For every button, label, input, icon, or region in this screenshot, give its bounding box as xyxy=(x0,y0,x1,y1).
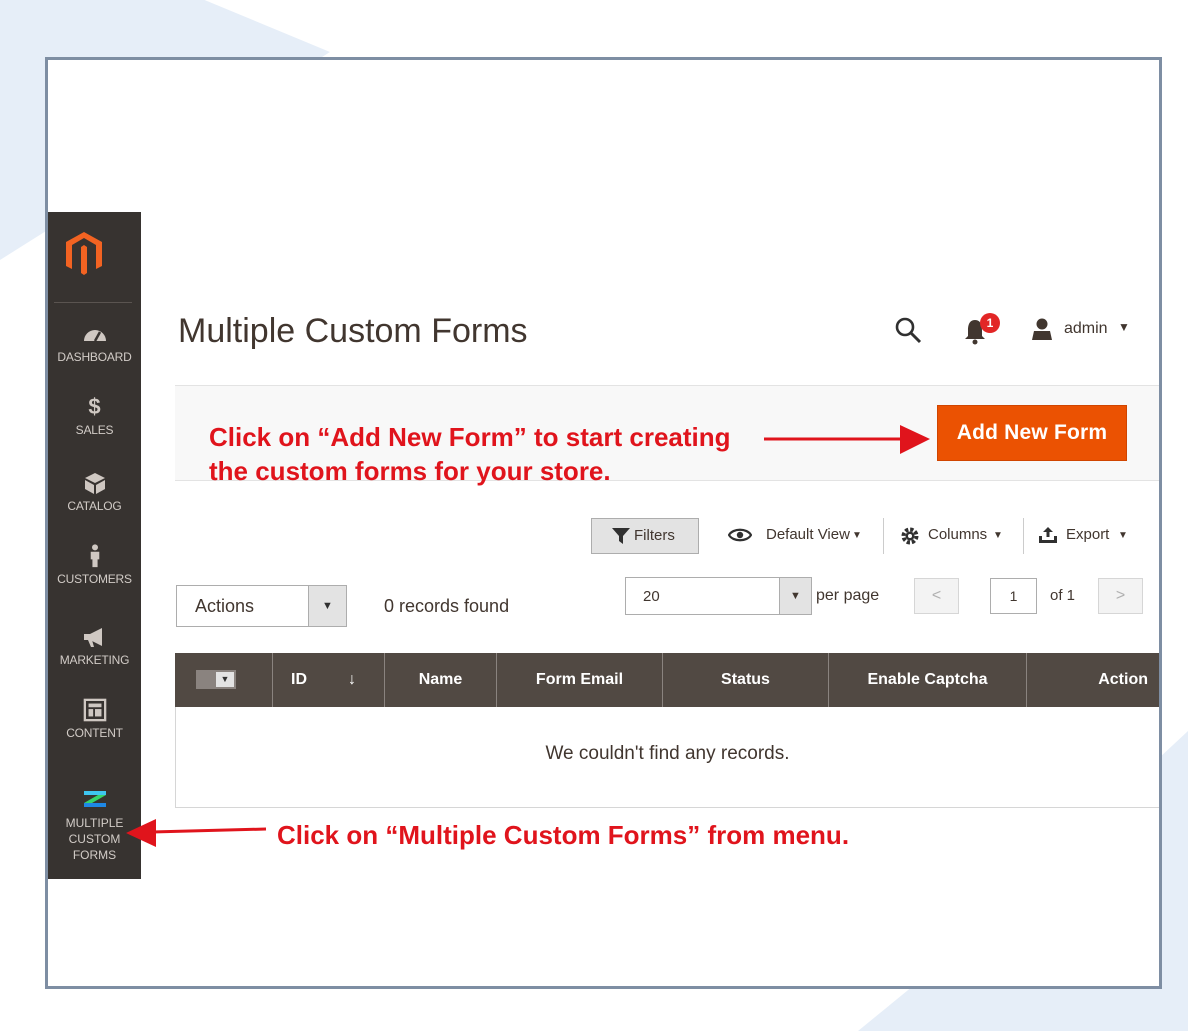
eye-icon xyxy=(728,528,752,542)
grid-header: ▼ ID ↓ Name Form Email Status Enable Cap… xyxy=(175,653,1159,707)
grid-empty-state: We couldn't find any records. xyxy=(175,707,1159,808)
sidebar-item-sales[interactable]: $ SALES xyxy=(48,394,141,438)
extension-z-icon xyxy=(83,791,106,807)
per-page-value: 20 xyxy=(643,588,660,605)
chevron-right-icon: > xyxy=(1115,587,1126,604)
screenshot-frame: DASHBOARD $ SALES CATALOG CUSTOMERS MARK… xyxy=(45,57,1162,989)
column-header-form-email[interactable]: Form Email xyxy=(497,653,663,707)
chevron-down-icon: ▼ xyxy=(1118,530,1128,541)
column-header-label: Action xyxy=(1098,671,1148,688)
actions-label: Actions xyxy=(195,596,255,616)
user-account-menu[interactable]: admin ▼ xyxy=(1030,315,1150,343)
notifications-button[interactable]: 1 xyxy=(962,313,1002,345)
sidebar-item-label: DASHBOARD xyxy=(57,350,132,364)
column-header-label: Status xyxy=(721,671,770,688)
annotation-arrow-left xyxy=(126,819,267,847)
column-header-label: Enable Captcha xyxy=(867,671,988,688)
sidebar-item-content[interactable]: CONTENT xyxy=(48,698,141,740)
column-header-enable-captcha[interactable]: Enable Captcha xyxy=(829,653,1027,707)
magento-logo-icon[interactable] xyxy=(60,228,108,278)
sidebar-item-catalog[interactable]: CATALOG xyxy=(48,471,141,513)
user-name: admin xyxy=(1064,320,1108,337)
annotation-arrow-right xyxy=(764,425,930,454)
per-page-label: per page xyxy=(816,587,880,604)
export-icon xyxy=(1039,527,1057,543)
export-dropdown[interactable]: Export ▼ xyxy=(1038,518,1133,554)
total-pages-label: of 1 xyxy=(1050,587,1076,604)
page-title: Multiple Custom Forms xyxy=(178,312,528,350)
per-page-select[interactable]: 20 ▼ xyxy=(625,577,812,615)
chevron-down-icon: ▼ xyxy=(1118,320,1130,334)
sidebar-item-label: CONTENT xyxy=(66,726,123,740)
annotation-add-form: Click on “Add New Form” to start creatin… xyxy=(209,420,731,488)
sidebar-item-customers[interactable]: CUSTOMERS xyxy=(48,544,141,586)
sidebar-item-dashboard[interactable]: DASHBOARD xyxy=(48,322,141,364)
sidebar-item-marketing[interactable]: MARKETING xyxy=(48,625,141,667)
export-label: Export xyxy=(1066,526,1110,543)
chevron-down-icon[interactable]: ▼ xyxy=(779,578,811,614)
filters-label: Filters xyxy=(634,527,675,544)
previous-page-button[interactable]: < xyxy=(914,578,959,614)
search-icon[interactable] xyxy=(893,315,923,345)
sidebar-label-line: CUSTOM xyxy=(68,832,121,846)
next-page-button[interactable]: > xyxy=(1098,578,1143,614)
sidebar-label-line: MULTIPLE xyxy=(65,816,124,830)
column-header-status[interactable]: Status xyxy=(663,653,829,707)
dashboard-gauge-icon xyxy=(83,330,106,342)
layout-icon xyxy=(83,698,106,722)
sidebar-item-label: CATALOG xyxy=(67,499,122,513)
sort-arrow-icon: ↓ xyxy=(348,671,356,688)
mass-select-checkbox[interactable]: ▼ xyxy=(196,670,236,689)
filters-button[interactable]: Filters xyxy=(591,518,699,554)
gear-icon xyxy=(901,527,919,545)
column-header-label: Name xyxy=(418,671,463,688)
person-icon xyxy=(90,544,99,568)
toolbar-divider xyxy=(1023,518,1024,554)
column-header-action[interactable]: Action xyxy=(1027,653,1159,707)
column-header-name[interactable]: Name xyxy=(385,653,497,707)
chevron-down-icon: ▼ xyxy=(852,530,862,541)
dollar-icon: $ xyxy=(88,394,101,419)
sidebar-item-label: CUSTOMERS xyxy=(57,572,132,586)
cube-icon xyxy=(84,473,105,494)
empty-message: We couldn't find any records. xyxy=(545,743,790,764)
chevron-down-icon[interactable]: ▼ xyxy=(308,586,346,626)
annotation-line: the custom forms for your store. xyxy=(209,456,611,486)
notification-count-badge: 1 xyxy=(980,313,1000,333)
annotation-menu-hint: Click on “Multiple Custom Forms” from me… xyxy=(277,820,850,850)
toolbar-divider xyxy=(883,518,884,554)
mass-actions-select[interactable]: Actions ▼ xyxy=(176,585,347,627)
add-new-form-button[interactable]: Add New Form xyxy=(937,405,1127,461)
sidebar-item-label: MARKETING xyxy=(59,653,130,667)
admin-sidebar: DASHBOARD $ SALES CATALOG CUSTOMERS MARK… xyxy=(48,212,141,879)
sidebar-divider xyxy=(54,302,132,303)
user-icon xyxy=(1032,318,1052,340)
annotation-line: Click on “Add New Form” to start creatin… xyxy=(209,422,731,452)
sidebar-item-label: SALES xyxy=(75,423,114,437)
page-number-input[interactable]: 1 xyxy=(990,578,1037,614)
columns-label: Columns xyxy=(928,526,988,543)
columns-dropdown[interactable]: Columns ▼ xyxy=(900,518,1010,554)
column-header-label: Form Email xyxy=(535,671,624,688)
filter-funnel-icon xyxy=(612,528,630,544)
records-found-count: 0 records found xyxy=(384,596,510,616)
column-header-id[interactable]: ID ↓ xyxy=(273,653,385,707)
view-label: Default View xyxy=(766,526,850,543)
chevron-down-icon: ▼ xyxy=(993,530,1003,541)
chevron-left-icon: < xyxy=(931,587,942,604)
column-header-label: ID xyxy=(291,671,307,688)
chevron-down-icon: ▼ xyxy=(216,672,234,687)
column-header-select[interactable]: ▼ xyxy=(175,653,273,707)
sidebar-label-line: FORMS xyxy=(72,848,117,862)
megaphone-icon xyxy=(83,628,102,647)
default-view-dropdown[interactable]: Default View ▼ xyxy=(728,518,868,554)
